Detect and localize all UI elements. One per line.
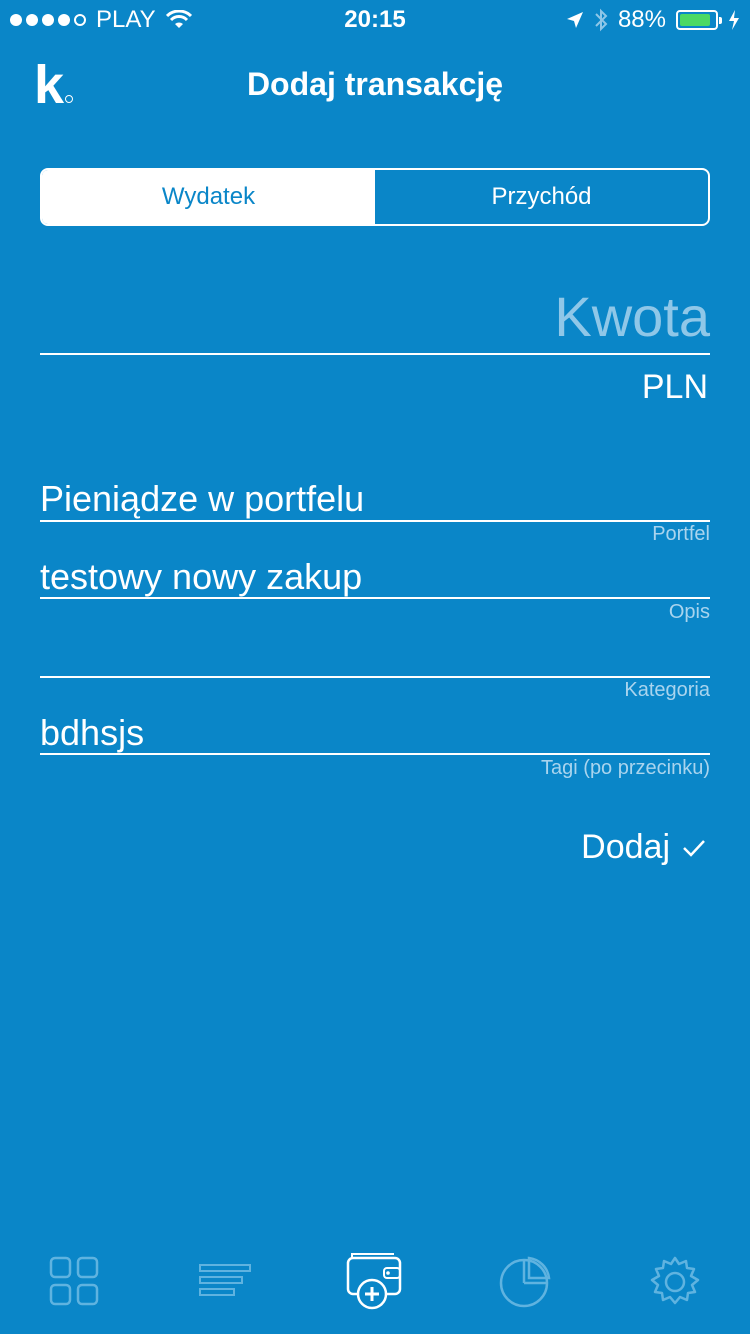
- wallet-underline: [40, 520, 710, 522]
- tags-field[interactable]: bdhsjs: [40, 712, 144, 754]
- tags-label: Tagi (po przecinku): [541, 757, 710, 779]
- transaction-type-segmented-control: Wydatek Przychód: [40, 168, 710, 226]
- amount-underline: [40, 353, 710, 355]
- page-title: Dodaj transakcję: [246, 66, 504, 102]
- tab-dashboard[interactable]: [35, 1242, 115, 1322]
- battery-icon: [676, 10, 722, 30]
- bottom-tab-bar: [0, 1234, 750, 1334]
- currency-selector[interactable]: PLN: [642, 368, 708, 407]
- dashboard-grid-icon: [49, 1256, 99, 1306]
- settings-gear-icon: [650, 1256, 700, 1305]
- tab-transactions-list[interactable]: [185, 1242, 265, 1322]
- status-bar: PLAY 20:15 88%: [0, 0, 750, 40]
- tab-add-transaction[interactable]: [335, 1242, 415, 1322]
- add-button-label: Dodaj: [581, 828, 670, 866]
- description-field[interactable]: testowy nowy zakup: [40, 556, 362, 598]
- list-icon: [199, 1264, 251, 1296]
- tags-underline: [40, 753, 710, 755]
- tab-statistics[interactable]: [485, 1242, 565, 1322]
- location-arrow-icon: [566, 12, 583, 28]
- wallet-label: Portfel: [652, 523, 710, 545]
- category-field[interactable]: [40, 634, 710, 676]
- segment-income[interactable]: Przychód: [375, 170, 708, 224]
- add-transaction-wallet-icon: [346, 1253, 402, 1310]
- description-underline: [40, 597, 710, 599]
- battery-percent: 88%: [617, 6, 666, 33]
- pie-chart-icon: [499, 1256, 551, 1308]
- segment-expense[interactable]: Wydatek: [42, 170, 375, 224]
- category-underline: [40, 676, 710, 678]
- bluetooth-icon: [595, 8, 608, 32]
- charging-bolt-icon: [729, 10, 739, 30]
- status-right: 88%: [566, 6, 740, 34]
- wallet-field[interactable]: Pieniądze w portfelu: [40, 478, 364, 520]
- description-label: Opis: [668, 601, 710, 623]
- checkmark-icon: [683, 839, 705, 857]
- category-label: Kategoria: [624, 679, 710, 701]
- battery-fill: [680, 14, 710, 26]
- tab-settings[interactable]: [635, 1242, 715, 1322]
- amount-input[interactable]: Kwota: [554, 284, 710, 349]
- add-button[interactable]: Dodaj: [581, 828, 706, 867]
